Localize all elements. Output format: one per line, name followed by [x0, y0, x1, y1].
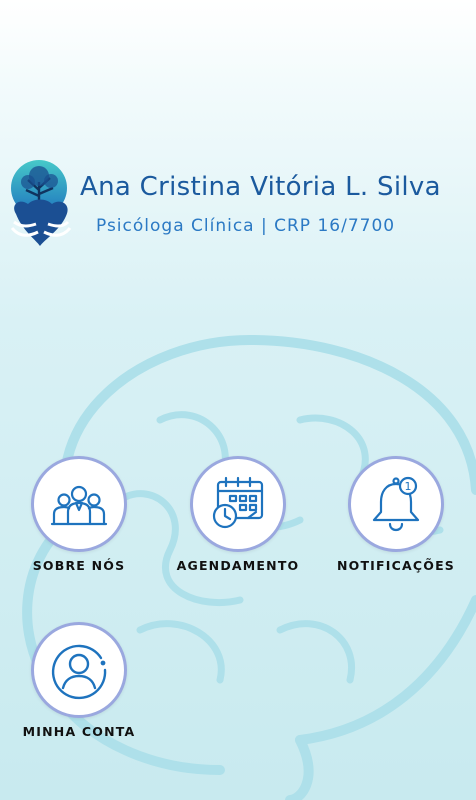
team-icon [50, 485, 108, 526]
header: Ana Cristina Vitória L. Silva Psicóloga … [0, 0, 476, 270]
bell-icon: 1 [372, 476, 420, 532]
menu-item-label: MINHA CONTA [22, 724, 136, 739]
menu-item-agendamento[interactable]: AGENDAMENTO [163, 456, 313, 573]
tree-heart-logo [10, 160, 72, 246]
menu-icon-circle[interactable] [31, 456, 127, 552]
menu-item-sobre-nos[interactable]: SOBRE NÓS [4, 456, 154, 573]
user-circle-icon [51, 644, 107, 700]
notification-badge: 1 [405, 480, 412, 493]
menu-item-label: NOTIFICAÇÕES [336, 558, 456, 573]
menu-icon-circle[interactable]: 1 [348, 456, 444, 552]
menu-icon-circle[interactable] [31, 622, 127, 718]
menu-item-label: AGENDAMENTO [176, 558, 300, 573]
calendar-clock-icon [212, 476, 264, 529]
menu-item-label: SOBRE NÓS [32, 558, 126, 573]
menu-item-notificacoes[interactable]: 1 NOTIFICAÇÕES [321, 456, 471, 573]
menu-icon-circle[interactable] [190, 456, 286, 552]
psychologist-name: Ana Cristina Vitória L. Silva [80, 172, 441, 202]
menu-item-minha-conta[interactable]: MINHA CONTA [4, 622, 154, 739]
professional-title: Psicóloga Clínica | CRP 16/7700 [96, 216, 396, 236]
